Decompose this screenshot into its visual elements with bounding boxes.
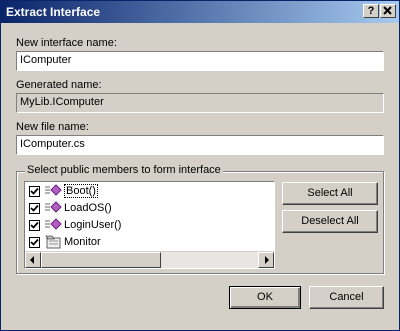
list-item-monitor[interactable]: Monitor <box>29 234 101 250</box>
list-item-loados[interactable]: LoadOS() <box>29 200 112 216</box>
close-button[interactable] <box>380 4 396 18</box>
checkbox-monitor[interactable] <box>29 236 40 248</box>
property-icon <box>44 235 62 249</box>
members-group-label: Select public members to form interface <box>25 164 223 176</box>
title-bar: Extract Interface ? <box>1 1 399 23</box>
checkmark-icon <box>30 221 39 229</box>
ok-button[interactable]: OK <box>229 286 301 309</box>
checkbox-boot[interactable] <box>29 185 40 197</box>
scroll-thumb[interactable] <box>41 252 161 268</box>
close-icon <box>383 6 392 15</box>
checkmark-icon <box>30 238 39 246</box>
method-icon <box>44 184 62 198</box>
list-item-label: Monitor <box>64 236 101 248</box>
deselect-all-button[interactable]: Deselect All <box>282 210 378 233</box>
method-icon <box>44 218 62 232</box>
file-name-input[interactable]: IComputer.cs <box>16 135 384 155</box>
checkmark-icon <box>30 187 39 195</box>
generated-name-field: MyLib.IComputer <box>16 93 384 113</box>
checkbox-loginuser[interactable] <box>29 219 40 231</box>
dialog-title: Extract Interface <box>6 5 101 19</box>
interface-name-label: New interface name: <box>16 37 117 49</box>
generated-name-label: Generated name: <box>16 79 102 91</box>
arrow-left-icon <box>30 256 34 264</box>
horizontal-scrollbar[interactable] <box>25 251 274 268</box>
list-item-label: Boot() <box>64 184 98 198</box>
list-item-label: LoadOS() <box>64 202 112 214</box>
list-item-loginuser[interactable]: LoginUser() <box>29 217 121 233</box>
select-all-button[interactable]: Select All <box>282 182 378 205</box>
method-icon <box>44 201 62 215</box>
interface-name-input[interactable]: IComputer <box>16 51 384 71</box>
checkmark-icon <box>30 204 39 212</box>
scroll-right-button[interactable] <box>258 252 274 268</box>
list-item-boot[interactable]: Boot() <box>29 183 98 199</box>
cancel-button[interactable]: Cancel <box>309 286 384 309</box>
checkbox-loados[interactable] <box>29 202 40 214</box>
members-list[interactable]: Boot() LoadOS() LoginUser() Monitor <box>24 181 275 269</box>
file-name-label: New file name: <box>16 121 89 133</box>
extract-interface-dialog: Extract Interface ? New interface name: … <box>0 0 400 331</box>
arrow-right-icon <box>265 256 269 264</box>
help-button[interactable]: ? <box>363 4 379 18</box>
list-item-label: LoginUser() <box>64 219 122 231</box>
scroll-left-button[interactable] <box>25 252 41 268</box>
